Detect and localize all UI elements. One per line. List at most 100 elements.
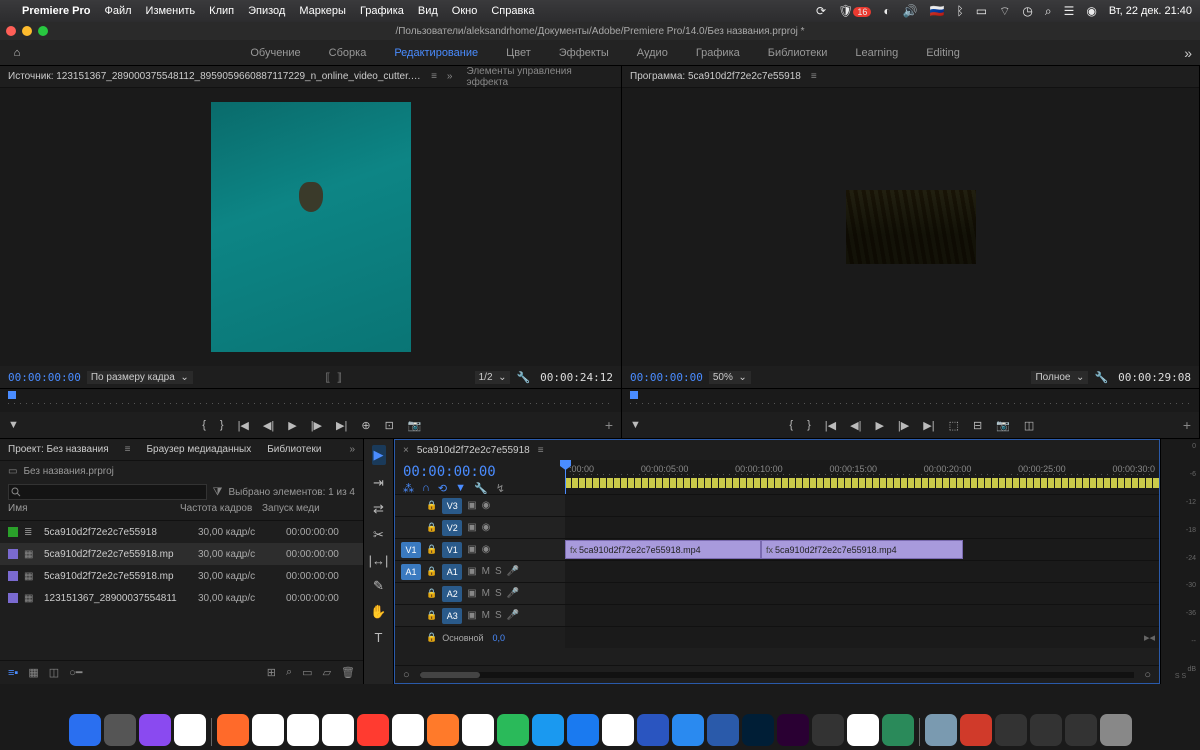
workspace-tab[interactable]: Обучение [250,47,300,59]
dock-app[interactable] [217,714,249,746]
search-icon[interactable]: ⌕ [1045,4,1052,19]
insert-icon[interactable]: ⊕ [361,419,370,432]
collapse-icon[interactable]: ▸◂ [1144,631,1155,644]
goto-in-icon[interactable]: |◀ [825,419,836,432]
project-item[interactable]: ▦5ca910d2f72e2c7e55918.mp30,00 кадр/с00:… [0,565,363,587]
voiceover-icon[interactable]: 🎤 [507,566,519,577]
dock-app[interactable] [322,714,354,746]
lift-icon[interactable]: ⬚ [949,419,959,432]
video-track[interactable]: 🔒V2▣◉ [395,516,1159,538]
track-lane[interactable] [565,561,1159,582]
master-track[interactable]: 🔒Основной0,0▸◂ [395,626,1159,648]
solo-icon[interactable]: S [495,610,502,621]
track-target[interactable]: V2 [442,520,462,536]
type-tool-icon[interactable]: T [375,630,383,645]
label-swatch[interactable] [8,571,18,581]
workspace-tab[interactable]: Библиотеки [768,47,828,59]
bracket-in-icon[interactable]: ⟦ [325,371,330,384]
source-ruler[interactable] [0,388,621,412]
program-tab-title[interactable]: Программа: 5ca910d2f72e2c7e55918 [630,71,801,82]
program-timecode[interactable]: 00:00:00:00 [630,371,703,384]
label-swatch[interactable] [8,549,18,559]
compare-icon[interactable]: ◫ [1024,419,1034,432]
settings-icon[interactable]: 🔧 [1094,371,1108,384]
dock-app[interactable] [742,714,774,746]
toggle-output-icon[interactable]: ▣ [467,522,476,533]
sequence-name[interactable]: 5ca910d2f72e2c7e55918 [417,445,530,456]
menu-item[interactable]: Графика [360,5,404,17]
volume-icon[interactable]: 🔊 [903,4,918,18]
menu-item[interactable]: Маркеры [299,5,346,17]
overflow-icon[interactable]: » [349,444,355,455]
source-timecode[interactable]: 00:00:00:00 [8,371,81,384]
step-back-icon[interactable]: ◀| [850,419,861,432]
home-icon[interactable]: ⌂ [8,44,26,62]
dock-app[interactable] [672,714,704,746]
solo-icon[interactable]: S [495,566,502,577]
freeform-view-icon[interactable]: ◫ [49,666,59,679]
panel-menu-icon[interactable]: ≡ [125,444,131,455]
dock-app[interactable] [287,714,319,746]
close-icon[interactable]: × [403,445,409,456]
battery-icon[interactable]: ▭ [976,4,987,18]
workspace-tab[interactable]: Графика [696,47,740,59]
menu-item[interactable]: Вид [418,5,438,17]
track-lane[interactable] [565,495,1159,516]
lock-icon[interactable]: 🔒 [426,566,437,577]
step-fwd-icon[interactable]: |▶ [898,419,909,432]
col-start[interactable]: Запуск меди [262,503,355,520]
search-input[interactable] [8,484,207,500]
col-fps[interactable]: Частота кадров [180,503,262,520]
workspace-tab[interactable]: Эффекты [559,47,609,59]
workspace-tab[interactable]: Редактирование [394,47,478,59]
timeline-timecode[interactable]: 00:00:00:00 [403,464,557,480]
mute-icon[interactable]: M [482,566,490,577]
program-ruler[interactable] [622,388,1199,412]
media-browser-tab[interactable]: Браузер медиаданных [146,444,251,455]
siri-icon[interactable]: ◉ [1086,4,1096,18]
mark-out-icon[interactable]: } [220,419,224,431]
play-icon[interactable]: ▶ [288,419,296,432]
mark-out-icon[interactable]: } [807,419,811,431]
sync-icon[interactable]: ⟳ [816,4,826,18]
col-name[interactable]: Имя [8,503,180,520]
menu-item[interactable]: Эпизод [248,5,285,17]
find-icon[interactable]: ⌕ [286,666,292,679]
dock-app[interactable] [462,714,494,746]
extract-icon[interactable]: ⊟ [973,419,982,432]
track-lane[interactable] [565,605,1159,626]
project-item[interactable]: ≣5ca910d2f72e2c7e5591830,00 кадр/с00:00:… [0,521,363,543]
selection-tool-icon[interactable]: ▶ [372,445,386,465]
workspace-overflow-icon[interactable]: » [1184,45,1192,61]
program-monitor[interactable] [622,88,1199,366]
trash-icon[interactable]: 🗑 [341,666,355,679]
marker-icon[interactable]: ▼ [8,419,19,431]
lock-icon[interactable]: 🔒 [426,588,437,599]
dock-app[interactable] [995,714,1027,746]
voiceover-icon[interactable]: 🎤 [507,610,519,621]
dock-app[interactable] [602,714,634,746]
new-item-icon[interactable]: ▱ [323,666,331,679]
goto-out-icon[interactable]: ▶| [336,419,347,432]
settings-icon[interactable]: 🔧 [516,371,530,384]
dock-app[interactable] [637,714,669,746]
mark-in-icon[interactable]: { [789,419,793,431]
button-editor-icon[interactable]: + [605,417,613,433]
dock-app[interactable] [1065,714,1097,746]
menu-item[interactable]: Окно [452,5,478,17]
workspace-tab[interactable]: Цвет [506,47,531,59]
dock-app[interactable] [1100,714,1132,746]
step-back-icon[interactable]: ◀| [263,419,274,432]
dock-app[interactable] [104,714,136,746]
dock-app[interactable] [252,714,284,746]
app-name[interactable]: Premiere Pro [22,5,90,17]
video-track[interactable]: V1🔒V1▣◉fx5ca910d2f72e2c7e55918.mp4fx5ca9… [395,538,1159,560]
dock-app[interactable] [707,714,739,746]
menu-item[interactable]: Изменить [146,5,196,17]
dock-app[interactable] [532,714,564,746]
clock-icon[interactable]: ◷ [1022,4,1032,18]
fx-badge-icon[interactable]: fx [570,545,577,555]
dock-app[interactable] [812,714,844,746]
export-frame-icon[interactable]: 📷 [996,419,1010,432]
zoom-scrollbar[interactable] [420,672,1135,678]
